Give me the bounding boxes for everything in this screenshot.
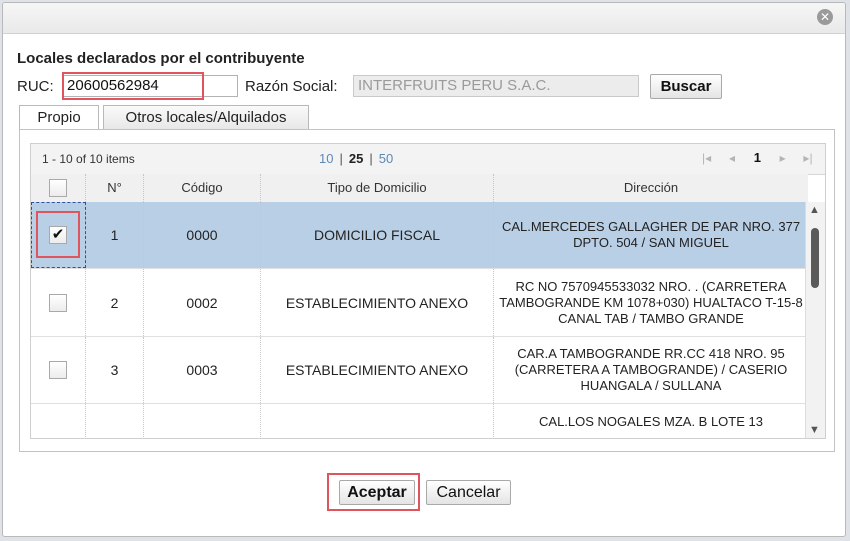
row-checkbox[interactable] xyxy=(49,361,67,379)
ruc-row: RUC: 20600562984 Razón Social: INTERFRUI… xyxy=(17,72,837,101)
locales-grid: 1 - 10 of 10 items 10 | 25 | 50 |◂ ◂ 1 ▸ ▸| … xyxy=(30,143,826,439)
table-header: N° Código Tipo de Domicilio Dirección xyxy=(31,174,808,203)
cell-n: 1 xyxy=(86,202,144,268)
cell-codigo xyxy=(144,404,261,438)
table-row[interactable]: CAL.LOS NOGALES MZA. B LOTE 13 xyxy=(31,404,808,438)
scroll-thumb[interactable] xyxy=(811,228,819,288)
search-button[interactable]: Buscar xyxy=(650,74,722,99)
pager: 1 - 10 of 10 items 10 | 25 | 50 |◂ ◂ 1 ▸ ▸| xyxy=(31,144,825,175)
table-scrollbar[interactable]: ▲ ▼ xyxy=(805,202,825,438)
cell-direccion: RC NO 7570945533032 NRO. . (CARRETERA TA… xyxy=(499,278,803,326)
cell-codigo: 0002 xyxy=(144,269,261,336)
scroll-down-icon[interactable]: ▼ xyxy=(809,424,820,436)
header-tipo: Tipo de Domicilio xyxy=(261,174,494,202)
current-page: 1 xyxy=(753,150,761,165)
cell-direccion: CAR.A TAMBOGRANDE RR.CC 418 NRO. 95 (CAR… xyxy=(514,346,788,393)
ruc-label: RUC: xyxy=(17,78,54,95)
table-row[interactable]: ✔ 1 0000 DOMICILIO FISCAL CAL.MERCEDES G… xyxy=(31,202,808,269)
cell-codigo: 0000 xyxy=(144,202,261,268)
row-select-cell: ✔ xyxy=(31,202,86,268)
row-select-cell xyxy=(31,404,86,438)
cell-tipo: ESTABLECIMIENTO ANEXO xyxy=(261,269,494,336)
cell-direccion: CAL.LOS NOGALES MZA. B LOTE 13 xyxy=(539,414,763,429)
page-size-50[interactable]: 50 xyxy=(379,151,393,166)
close-icon[interactable]: ✕ xyxy=(817,9,833,25)
cell-n: 2 xyxy=(86,269,144,336)
tab-panel: 1 - 10 of 10 items 10 | 25 | 50 |◂ ◂ 1 ▸ ▸| … xyxy=(19,129,835,452)
next-page-icon[interactable]: ▸ xyxy=(772,151,794,165)
razon-social-input: INTERFRUITS PERU S.A.C. xyxy=(353,75,639,97)
cell-n: 3 xyxy=(86,337,144,403)
row-select-cell xyxy=(31,337,86,403)
ruc-input[interactable]: 20600562984 xyxy=(62,75,238,97)
last-page-icon[interactable]: ▸| xyxy=(797,151,819,165)
header-codigo: Código xyxy=(144,174,261,202)
header-n: N° xyxy=(86,174,144,202)
prev-page-icon[interactable]: ◂ xyxy=(721,151,743,165)
razon-social-label: Razón Social: xyxy=(245,78,338,95)
header-select-all xyxy=(31,174,86,202)
cell-n xyxy=(86,404,144,438)
item-count: 1 - 10 of 10 items xyxy=(42,152,135,166)
dialog-titlebar: ✕ xyxy=(3,3,845,34)
locales-dialog: ✕ Locales declarados por el contribuyent… xyxy=(2,2,846,537)
tab-otros-locales[interactable]: Otros locales/Alquilados xyxy=(103,105,309,130)
cell-tipo xyxy=(261,404,494,438)
tab-propio[interactable]: Propio xyxy=(19,105,99,131)
dialog-heading: Locales declarados por el contribuyente xyxy=(17,50,305,67)
row-select-cell xyxy=(31,269,86,336)
row-checkbox[interactable] xyxy=(49,293,67,312)
cell-codigo: 0003 xyxy=(144,337,261,403)
scroll-up-icon[interactable]: ▲ xyxy=(809,204,820,216)
cell-tipo: ESTABLECIMIENTO ANEXO xyxy=(261,337,494,403)
table-body: ✔ 1 0000 DOMICILIO FISCAL CAL.MERCEDES G… xyxy=(31,202,808,438)
page-size-10[interactable]: 10 xyxy=(319,151,333,166)
page-size-selector: 10 | 25 | 50 xyxy=(319,151,394,166)
first-page-icon[interactable]: |◂ xyxy=(696,151,718,165)
pager-nav: |◂ ◂ 1 ▸ ▸| xyxy=(696,150,819,165)
select-all-checkbox[interactable] xyxy=(49,179,67,197)
accept-button[interactable]: Aceptar xyxy=(339,480,415,505)
checkbox-focus-outline xyxy=(31,202,86,268)
cell-direccion: CAL.MERCEDES GALLAGHER DE PAR NRO. 377 D… xyxy=(501,219,801,250)
page-size-25[interactable]: 25 xyxy=(349,151,363,166)
table-row[interactable]: 2 0002 ESTABLECIMIENTO ANEXO RC NO 75709… xyxy=(31,269,808,337)
cancel-button[interactable]: Cancelar xyxy=(426,480,511,505)
header-direccion: Dirección xyxy=(623,180,679,195)
table-row[interactable]: 3 0003 ESTABLECIMIENTO ANEXO CAR.A TAMBO… xyxy=(31,337,808,404)
cell-tipo: DOMICILIO FISCAL xyxy=(261,202,494,268)
